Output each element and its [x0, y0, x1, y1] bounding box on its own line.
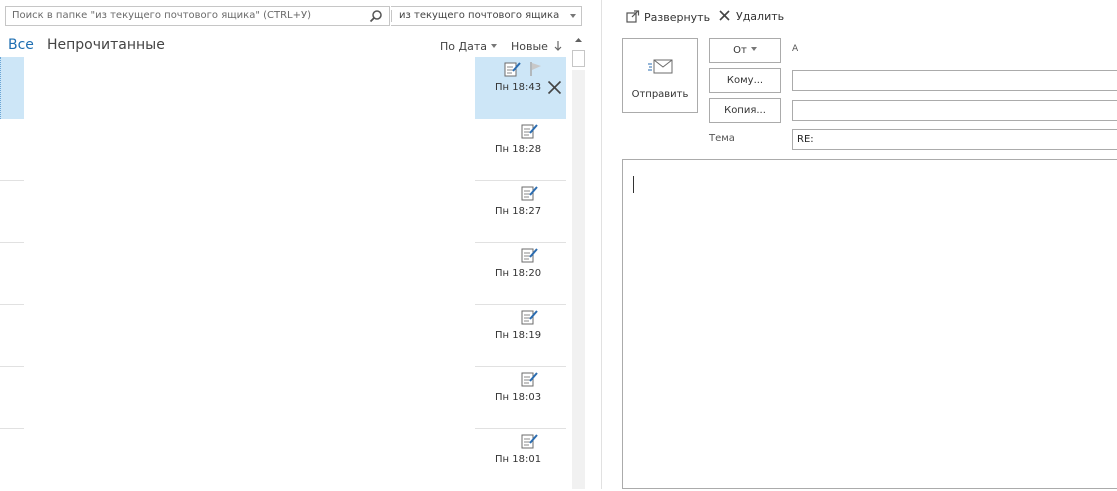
sort-order-toggle[interactable]: Новые	[511, 40, 562, 53]
sort-by-label: По Дата	[440, 40, 487, 53]
selection-bar	[0, 57, 24, 119]
message-meta: Пн 18:43	[475, 57, 566, 119]
list-item[interactable]: Пн 18:03	[0, 367, 566, 429]
draft-icon	[521, 248, 538, 263]
list-item-edge	[0, 181, 24, 243]
to-field[interactable]	[792, 70, 1117, 91]
message-preview[interactable]	[24, 429, 475, 491]
message-time: Пн 18:43	[495, 82, 542, 93]
popout-icon	[626, 10, 640, 23]
list-item-edge	[0, 429, 24, 491]
search-input[interactable]: Поиск в папке "из текущего почтового ящи…	[5, 6, 390, 26]
close-icon	[719, 10, 730, 21]
list-item[interactable]: Пн 18:01	[0, 429, 566, 491]
text-cursor	[633, 176, 634, 193]
message-preview[interactable]	[24, 119, 475, 181]
scrollbar-thumb[interactable]	[572, 50, 585, 67]
chevron-down-icon	[750, 47, 757, 51]
send-envelope-icon	[648, 59, 673, 74]
draft-icon	[521, 434, 538, 449]
draft-icon	[504, 62, 521, 77]
draft-icon	[521, 124, 538, 139]
scrollbar-track[interactable]	[572, 70, 585, 489]
sort-order-label: Новые	[511, 40, 548, 53]
message-body-editor[interactable]	[622, 159, 1117, 489]
draft-icon	[521, 186, 538, 201]
search-scope-dropdown[interactable]: из текущего почтового ящика	[391, 6, 582, 26]
message-meta: Пн 18:20	[475, 243, 566, 305]
search-icon[interactable]	[369, 9, 383, 23]
flag-icon[interactable]	[529, 61, 543, 77]
message-time: Пн 18:01	[495, 454, 542, 465]
message-preview[interactable]	[24, 243, 475, 305]
subject-value: RE:	[797, 134, 814, 145]
scroll-up-arrow-icon[interactable]	[572, 34, 585, 46]
message-time: Пн 18:20	[495, 268, 542, 279]
message-meta: Пн 18:28	[475, 119, 566, 181]
sort-by-dropdown[interactable]: По Дата	[440, 40, 497, 53]
message-meta: Пн 18:27	[475, 181, 566, 243]
message-meta: Пн 18:03	[475, 367, 566, 429]
expand-label: Развернуть	[644, 11, 711, 24]
list-item-edge	[0, 243, 24, 305]
from-value: А	[792, 44, 799, 54]
close-icon[interactable]	[547, 80, 562, 95]
cc-button[interactable]: Копия...	[709, 98, 781, 123]
list-item[interactable]: Пн 18:20	[0, 243, 566, 305]
arrow-down-icon	[555, 41, 562, 51]
search-placeholder: Поиск в папке "из текущего почтового ящи…	[12, 10, 311, 21]
chevron-down-icon	[570, 14, 576, 18]
pane-divider	[601, 0, 602, 489]
from-label: От	[733, 45, 747, 56]
message-meta: Пн 18:19	[475, 305, 566, 367]
message-meta: Пн 18:01	[475, 429, 566, 491]
filter-unread-tab[interactable]: Непрочитанные	[47, 37, 165, 53]
filter-all-tab[interactable]: Все	[8, 37, 34, 53]
list-item-edge	[0, 305, 24, 367]
subject-label: Тема	[709, 133, 735, 144]
message-preview[interactable]	[24, 305, 475, 367]
message-preview[interactable]	[24, 57, 475, 119]
search-scope-value: из текущего почтового ящика	[399, 10, 560, 21]
list-item[interactable]: Пн 18:28	[0, 119, 566, 181]
to-button[interactable]: Кому...	[709, 68, 781, 93]
draft-icon	[521, 310, 538, 325]
list-item[interactable]: Пн 18:43	[0, 57, 566, 119]
subject-field[interactable]: RE:	[792, 129, 1117, 150]
chevron-down-icon	[490, 44, 497, 48]
delete-button[interactable]: Удалить	[719, 10, 784, 23]
send-button[interactable]: Отправить	[622, 38, 698, 113]
list-item-edge	[0, 367, 24, 429]
message-time: Пн 18:03	[495, 392, 542, 403]
from-button[interactable]: От	[709, 38, 781, 63]
message-time: Пн 18:27	[495, 206, 542, 217]
list-item[interactable]: Пн 18:27	[0, 181, 566, 243]
message-time: Пн 18:19	[495, 330, 542, 341]
list-item[interactable]: Пн 18:19	[0, 305, 566, 367]
expand-button[interactable]: Развернуть	[626, 10, 710, 24]
message-time: Пн 18:28	[495, 144, 542, 155]
delete-label: Удалить	[736, 10, 785, 23]
draft-icon	[521, 372, 538, 387]
list-item-edge	[0, 119, 24, 181]
scope-separator	[391, 10, 392, 22]
cc-field[interactable]	[792, 100, 1117, 121]
message-preview[interactable]	[24, 181, 475, 243]
message-preview[interactable]	[24, 367, 475, 429]
send-label: Отправить	[631, 89, 689, 100]
